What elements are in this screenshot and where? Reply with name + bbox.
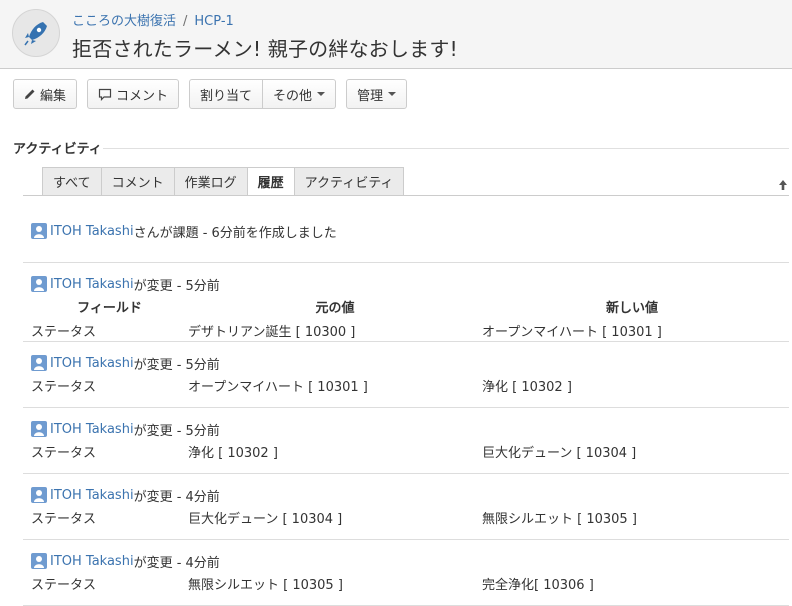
chevron-down-icon <box>317 92 326 96</box>
created-text: さんが課題 - 6分前を作成しました <box>133 225 337 241</box>
edit-button[interactable]: 編集 <box>13 79 78 109</box>
user-link[interactable]: ITOH Takashi <box>50 224 134 239</box>
change-action-text: が変更 - 5分前 <box>133 357 220 373</box>
history-table-header: フィールド 元の値 新しい値 <box>31 294 789 318</box>
new-value: 浄化 [ 10302 ] <box>482 379 572 395</box>
activity-heading[interactable]: アクティビティ <box>13 138 102 157</box>
page-title: 拒否されたラーメン! 親子の絆なおします! <box>72 37 458 61</box>
user-link[interactable]: ITOH Takashi <box>50 277 134 292</box>
tabs-divider <box>23 195 789 196</box>
user-link[interactable]: ITOH Takashi <box>50 488 134 503</box>
field-name: ステータス <box>31 577 97 593</box>
chevron-down-icon <box>388 92 397 96</box>
user-link[interactable]: ITOH Takashi <box>50 356 134 371</box>
field-name: ステータス <box>31 324 97 340</box>
change-action-text: が変更 - 5分前 <box>133 278 220 294</box>
breadcrumb-project-link[interactable]: こころの大樹復活 <box>72 14 176 29</box>
change-action-text: が変更 - 4分前 <box>133 555 220 571</box>
history-table-row: ステータス 巨大化デューン [ 10304 ] 無限シルエット [ 10305 ] <box>31 505 789 529</box>
history-entry: ITOH Takashi が変更 - 5分前ステータス 浄化 [ 10302 ] 巨大… <box>23 408 789 474</box>
history-table-row: ステータス 無限シルエット [ 10305 ] 完全浄化[ 10306 ] <box>31 571 789 595</box>
user-avatar-icon <box>31 276 47 292</box>
history-list: ITOH Takashi さんが課題 - 6分前を作成しました ITOH Tak… <box>23 210 789 606</box>
project-avatar[interactable] <box>12 9 60 57</box>
user-avatar-icon <box>31 355 47 371</box>
new-value: 完全浄化[ 10306 ] <box>482 577 594 593</box>
issue-toolbar: 編集 コメント 割り当て その他 管理 <box>13 79 417 109</box>
more-dropdown[interactable]: その他 <box>263 79 337 109</box>
breadcrumb-issue-link[interactable]: HCP-1 <box>194 14 233 29</box>
history-entry: ITOH Takashi が変更 - 4分前ステータス 無限シルエット [ 1030… <box>23 540 789 606</box>
history-entry: ITOH Takashi が変更 - 5分前フィールド 元の値 新しい値ステータス デザ… <box>23 263 789 342</box>
user-avatar-icon <box>31 553 47 569</box>
more-dropdown-label: その他 <box>273 88 313 104</box>
user-avatar-icon <box>31 223 47 239</box>
old-value: デザトリアン誕生 [ 10300 ] <box>188 324 356 340</box>
old-value: 巨大化デューン [ 10304 ] <box>188 511 343 527</box>
breadcrumb: こころの大樹復活 / HCP-1 <box>72 10 234 29</box>
user-link[interactable]: ITOH Takashi <box>50 422 134 437</box>
tab-activity[interactable]: アクティビティ <box>293 167 405 196</box>
comment-icon <box>98 88 112 101</box>
activity-tabs: すべて コメント 作業ログ 履歴 アクティビティ <box>42 167 405 196</box>
history-table-row: ステータス 浄化 [ 10302 ] 巨大化デューン [ 10304 ] <box>31 439 789 463</box>
admin-dropdown[interactable]: 管理 <box>346 79 408 109</box>
field-name: ステータス <box>31 511 97 527</box>
edit-button-label: 編集 <box>40 88 67 104</box>
tab-comments[interactable]: コメント <box>100 167 174 196</box>
new-value: オープンマイハート [ 10301 ] <box>482 324 662 340</box>
history-entry: ITOH Takashi が変更 - 4分前ステータス 巨大化デューン [ 1030… <box>23 474 789 540</box>
change-action-text: が変更 - 5分前 <box>133 423 220 439</box>
column-header-field: フィールド <box>77 300 142 316</box>
old-value: 無限シルエット [ 10305 ] <box>188 577 343 593</box>
history-entry: ITOH Takashi が変更 - 5分前ステータス オープンマイハート [ 10… <box>23 342 789 408</box>
section-divider <box>103 148 789 149</box>
user-avatar-icon <box>31 421 47 437</box>
old-value: オープンマイハート [ 10301 ] <box>188 379 368 395</box>
breadcrumb-separator: / <box>183 14 188 29</box>
new-value: 巨大化デューン [ 10304 ] <box>482 445 637 461</box>
field-name: ステータス <box>31 445 97 461</box>
column-header-new: 新しい値 <box>605 300 658 316</box>
admin-dropdown-label: 管理 <box>357 88 384 104</box>
tab-worklog[interactable]: 作業ログ <box>173 167 247 196</box>
user-avatar-icon <box>31 487 47 503</box>
assign-button[interactable]: 割り当て <box>189 79 264 109</box>
issue-header: こころの大樹復活 / HCP-1 拒否されたラーメン! 親子の絆なおします! <box>0 0 792 69</box>
rocket-icon <box>24 22 47 46</box>
column-header-old: 元の値 <box>315 300 355 316</box>
user-link[interactable]: ITOH Takashi <box>50 554 134 569</box>
history-entry-created: ITOH Takashi さんが課題 - 6分前を作成しました <box>23 210 789 263</box>
old-value: 浄化 [ 10302 ] <box>188 445 278 461</box>
comment-button-label: コメント <box>116 88 169 104</box>
change-action-text: が変更 - 4分前 <box>133 489 220 505</box>
pencil-icon <box>24 88 36 100</box>
field-name: ステータス <box>31 379 97 395</box>
comment-button[interactable]: コメント <box>87 79 180 109</box>
history-table-row: ステータス オープンマイハート [ 10301 ] 浄化 [ 10302 ] <box>31 373 789 397</box>
new-value: 無限シルエット [ 10305 ] <box>482 511 637 527</box>
sort-up-arrow-icon[interactable] <box>778 179 788 195</box>
tab-all[interactable]: すべて <box>42 167 101 196</box>
tab-history[interactable]: 履歴 <box>246 167 294 196</box>
history-table-row: ステータス デザトリアン誕生 [ 10300 ] オープンマイハート [ 10301… <box>31 318 789 342</box>
